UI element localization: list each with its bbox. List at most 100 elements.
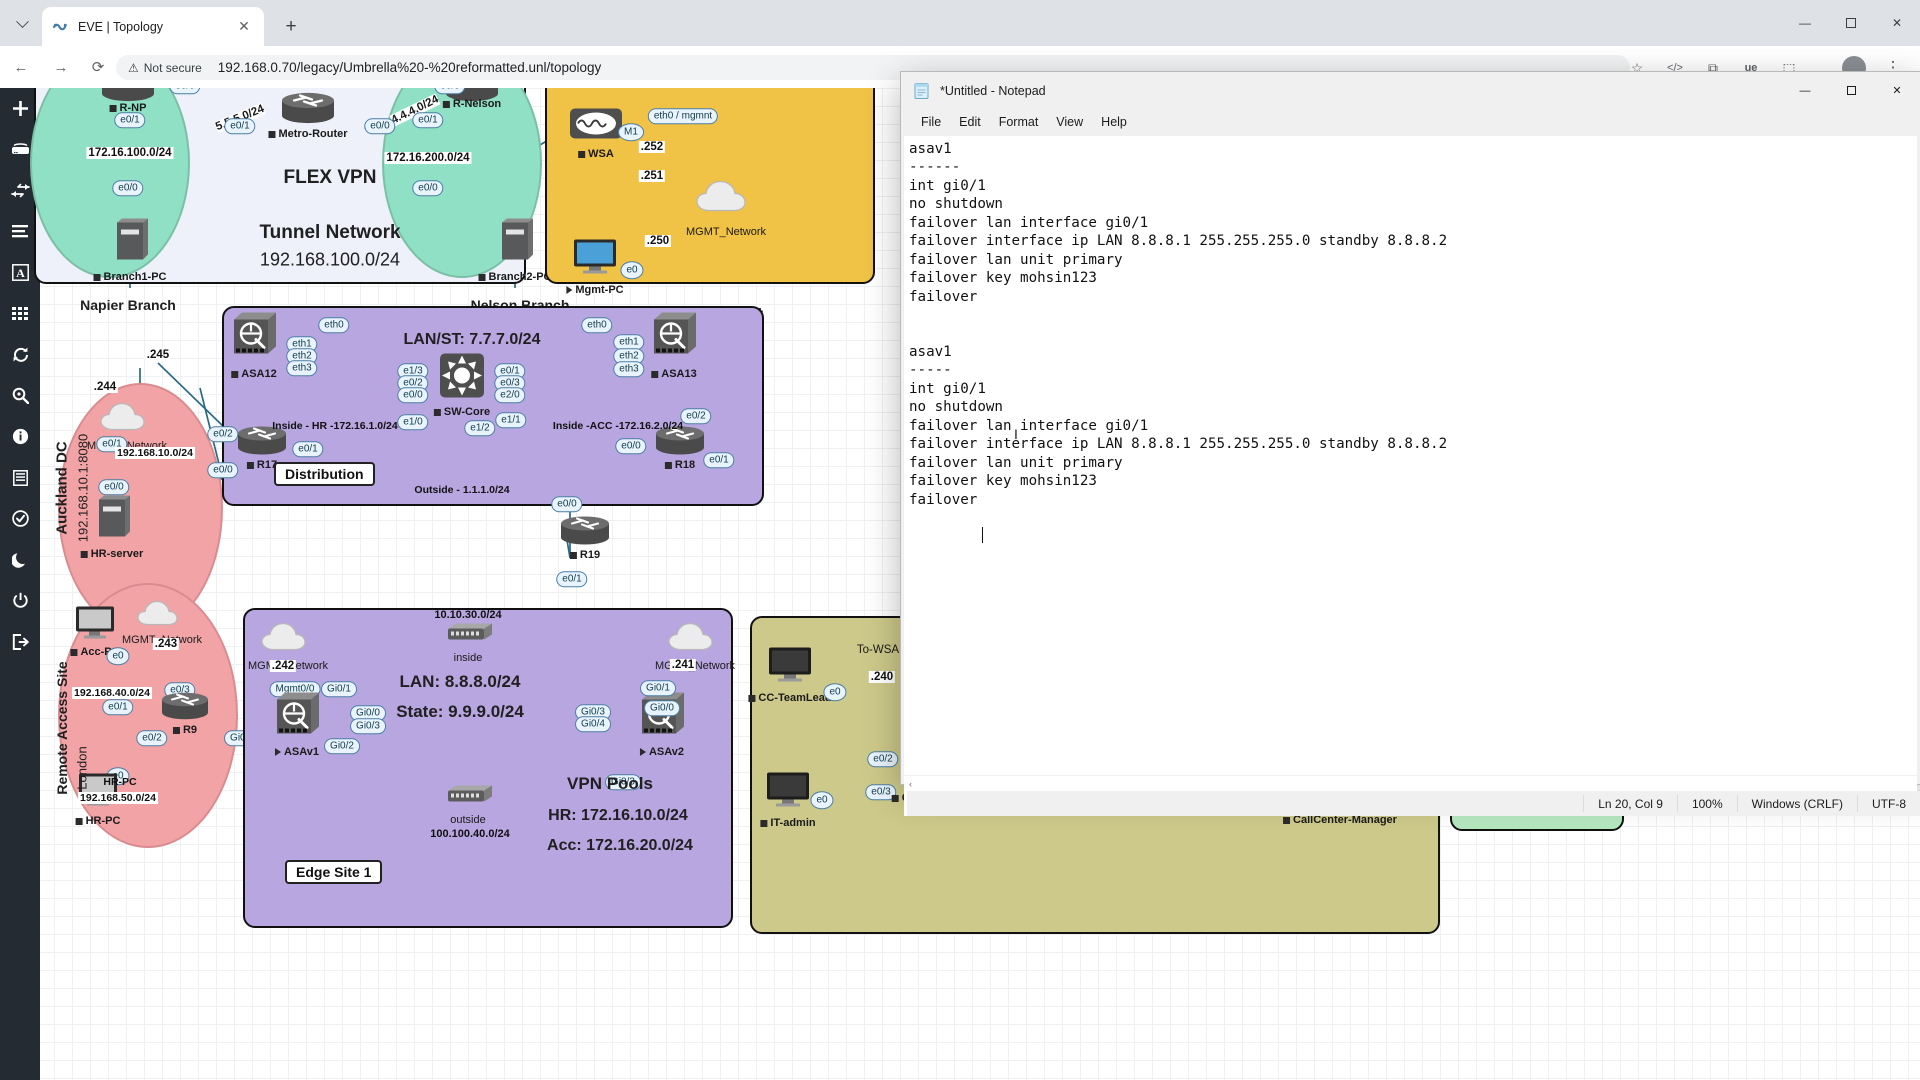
iface-pill[interactable]: e0/1 — [703, 452, 735, 468]
notepad-icon — [913, 82, 931, 100]
iface-pill[interactable]: e0/1 — [224, 118, 256, 134]
iface-pill[interactable]: Gi0/1 — [321, 681, 357, 697]
cloud-icon — [260, 621, 316, 660]
iface-pill[interactable]: e0 — [823, 683, 847, 701]
iface-pill[interactable]: e0/1 — [102, 699, 134, 715]
iface-pill[interactable]: e0/0 — [112, 180, 144, 196]
iface-pill[interactable]: e0/0 — [615, 438, 647, 454]
notepad-title-bar[interactable]: *Untitled - Notepad — ✕ — [901, 72, 1920, 109]
iface-pill[interactable]: e0/1 — [114, 112, 146, 128]
iface-pill[interactable]: Gi0/2 — [324, 738, 360, 754]
iface-pill[interactable]: e0/1 — [556, 571, 588, 587]
notepad-text-area[interactable]: asav1 ------ int gi0/1 no shutdown failo… — [904, 136, 1920, 816]
firewall-icon — [650, 311, 698, 366]
maximize-button[interactable] — [1828, 0, 1874, 46]
grid-icon[interactable] — [0, 293, 40, 334]
iface-pill[interactable]: Gi0/0 — [644, 700, 680, 716]
iface-pill[interactable]: Gi0/4 — [575, 716, 611, 732]
logout-icon[interactable] — [0, 621, 40, 662]
node-label: R-Nelson — [452, 98, 502, 110]
iface-pill[interactable]: eth3 — [286, 360, 318, 376]
power-icon[interactable] — [0, 580, 40, 621]
iface-pill[interactable]: e0 — [106, 647, 130, 665]
iface-pill[interactable]: e1/0 — [397, 414, 429, 430]
node-label: HR-server — [90, 548, 144, 560]
menu-file[interactable]: File — [912, 112, 950, 132]
encoding[interactable]: UTF-8 — [1857, 795, 1920, 812]
iface-pill[interactable]: e0 — [810, 791, 834, 809]
iface-pill[interactable]: Gi0/3 — [350, 718, 386, 734]
iface-pill[interactable]: e0/0 — [207, 462, 239, 478]
reload-button[interactable]: ⟳ — [85, 54, 111, 80]
horizontal-scrollbar[interactable]: ‹ — [904, 775, 1917, 792]
outside-label: Outside - 1.1.1.0/24 — [414, 484, 510, 496]
iface-pill[interactable]: e0/2 — [207, 426, 239, 442]
iface-pill[interactable]: e0 — [620, 261, 644, 279]
notepad-content[interactable]: asav1 ------ int gi0/1 no shutdown failo… — [909, 140, 1915, 773]
forward-button[interactable]: → — [48, 54, 74, 80]
iface-pill[interactable]: eth0 — [318, 317, 350, 333]
menu-view[interactable]: View — [1047, 112, 1092, 132]
iface-pill[interactable]: M1 — [618, 123, 644, 141]
zoom-level[interactable]: 100% — [1676, 795, 1737, 812]
scroll-left-arrow-icon[interactable]: ‹ — [909, 779, 912, 789]
not-secure-label: Not secure — [143, 60, 202, 75]
iface-pill[interactable]: e2/0 — [494, 387, 526, 403]
magnify-search-icon[interactable] — [0, 375, 40, 416]
iface-pill[interactable]: e0/0 — [551, 496, 583, 512]
notepad-close-button[interactable]: ✕ — [1874, 72, 1920, 109]
mouse-ibeam-cursor: I — [1014, 426, 1018, 442]
refresh-icon[interactable] — [0, 334, 40, 375]
iface-pill[interactable]: e0/0 — [434, 88, 466, 94]
iface-pill[interactable]: eth0 — [581, 317, 613, 333]
inside-acc-label: Inside -ACC -172.16.2.0/24 — [552, 420, 684, 432]
notepad-menu-bar: File Edit Format View Help — [901, 109, 1920, 135]
iface-pill[interactable]: e0/2 — [136, 730, 168, 746]
iface-pill[interactable]: eth0 / mgmnt — [647, 108, 719, 124]
flex-vpn-label: FLEX VPN — [283, 167, 377, 188]
url-text: 192.168.0.70/legacy/Umbrella%20-%20refor… — [217, 60, 602, 75]
node-label: WSA — [588, 148, 614, 160]
notepad-minimize-button[interactable]: — — [1782, 72, 1828, 109]
node-label: Branch2-PC — [488, 271, 552, 283]
remote-city-label: London — [74, 746, 90, 790]
info-icon[interactable] — [0, 416, 40, 457]
warning-triangle-icon: ⚠ — [128, 60, 139, 75]
status-check-icon[interactable] — [0, 498, 40, 539]
security-status[interactable]: ⚠ Not secure — [128, 61, 202, 75]
iface-pill[interactable]: e0/1 — [292, 441, 324, 457]
list-icon[interactable] — [0, 457, 40, 498]
iface-pill[interactable]: e0/0 — [397, 387, 429, 403]
browser-tab[interactable]: EVE | Topology ✕ — [42, 7, 264, 46]
back-button[interactable]: ← — [8, 54, 34, 80]
close-button[interactable]: ✕ — [1874, 0, 1920, 46]
switch-icon — [442, 623, 494, 650]
iface-pill[interactable]: e0/0 — [169, 88, 201, 94]
line-ending[interactable]: Windows (CRLF) — [1736, 795, 1857, 812]
switch-icon — [438, 352, 486, 405]
iface-pill[interactable]: e0/0 — [412, 180, 444, 196]
menu-edit[interactable]: Edit — [950, 112, 990, 132]
notepad-maximize-button[interactable] — [1828, 72, 1874, 109]
iface-pill[interactable]: e1/2 — [464, 420, 496, 436]
notepad-window[interactable]: *Untitled - Notepad — ✕ File Edit Format… — [901, 72, 1920, 816]
iface-pill[interactable]: eth3 — [613, 361, 645, 377]
tab-close-icon[interactable]: ✕ — [234, 17, 254, 37]
menu-format[interactable]: Format — [990, 112, 1048, 132]
iface-pill[interactable]: e0/0 — [98, 479, 130, 495]
iface-pill[interactable]: e1/1 — [495, 412, 527, 428]
edge-site-zone-title: Edge Site 1 — [285, 860, 383, 884]
menu-help[interactable]: Help — [1092, 112, 1136, 132]
minimize-button[interactable]: — — [1782, 0, 1828, 46]
iface-pill[interactable]: Gi0/1 — [640, 680, 676, 696]
iface-pill[interactable]: e0/1 — [412, 112, 444, 128]
dark-mode-moon-icon[interactable] — [0, 539, 40, 580]
tab-search-button[interactable] — [8, 10, 36, 38]
firewall-icon — [230, 311, 278, 366]
iface-pill[interactable]: e0/0 — [364, 118, 396, 134]
eve-ng-favicon-icon — [52, 18, 69, 35]
link-ip-label: .243 — [152, 638, 180, 650]
new-tab-button[interactable]: + — [278, 14, 304, 40]
edge-state-label: State: 9.9.9.0/24 — [396, 702, 524, 721]
hr-pc-label: HR-PC — [103, 776, 137, 788]
